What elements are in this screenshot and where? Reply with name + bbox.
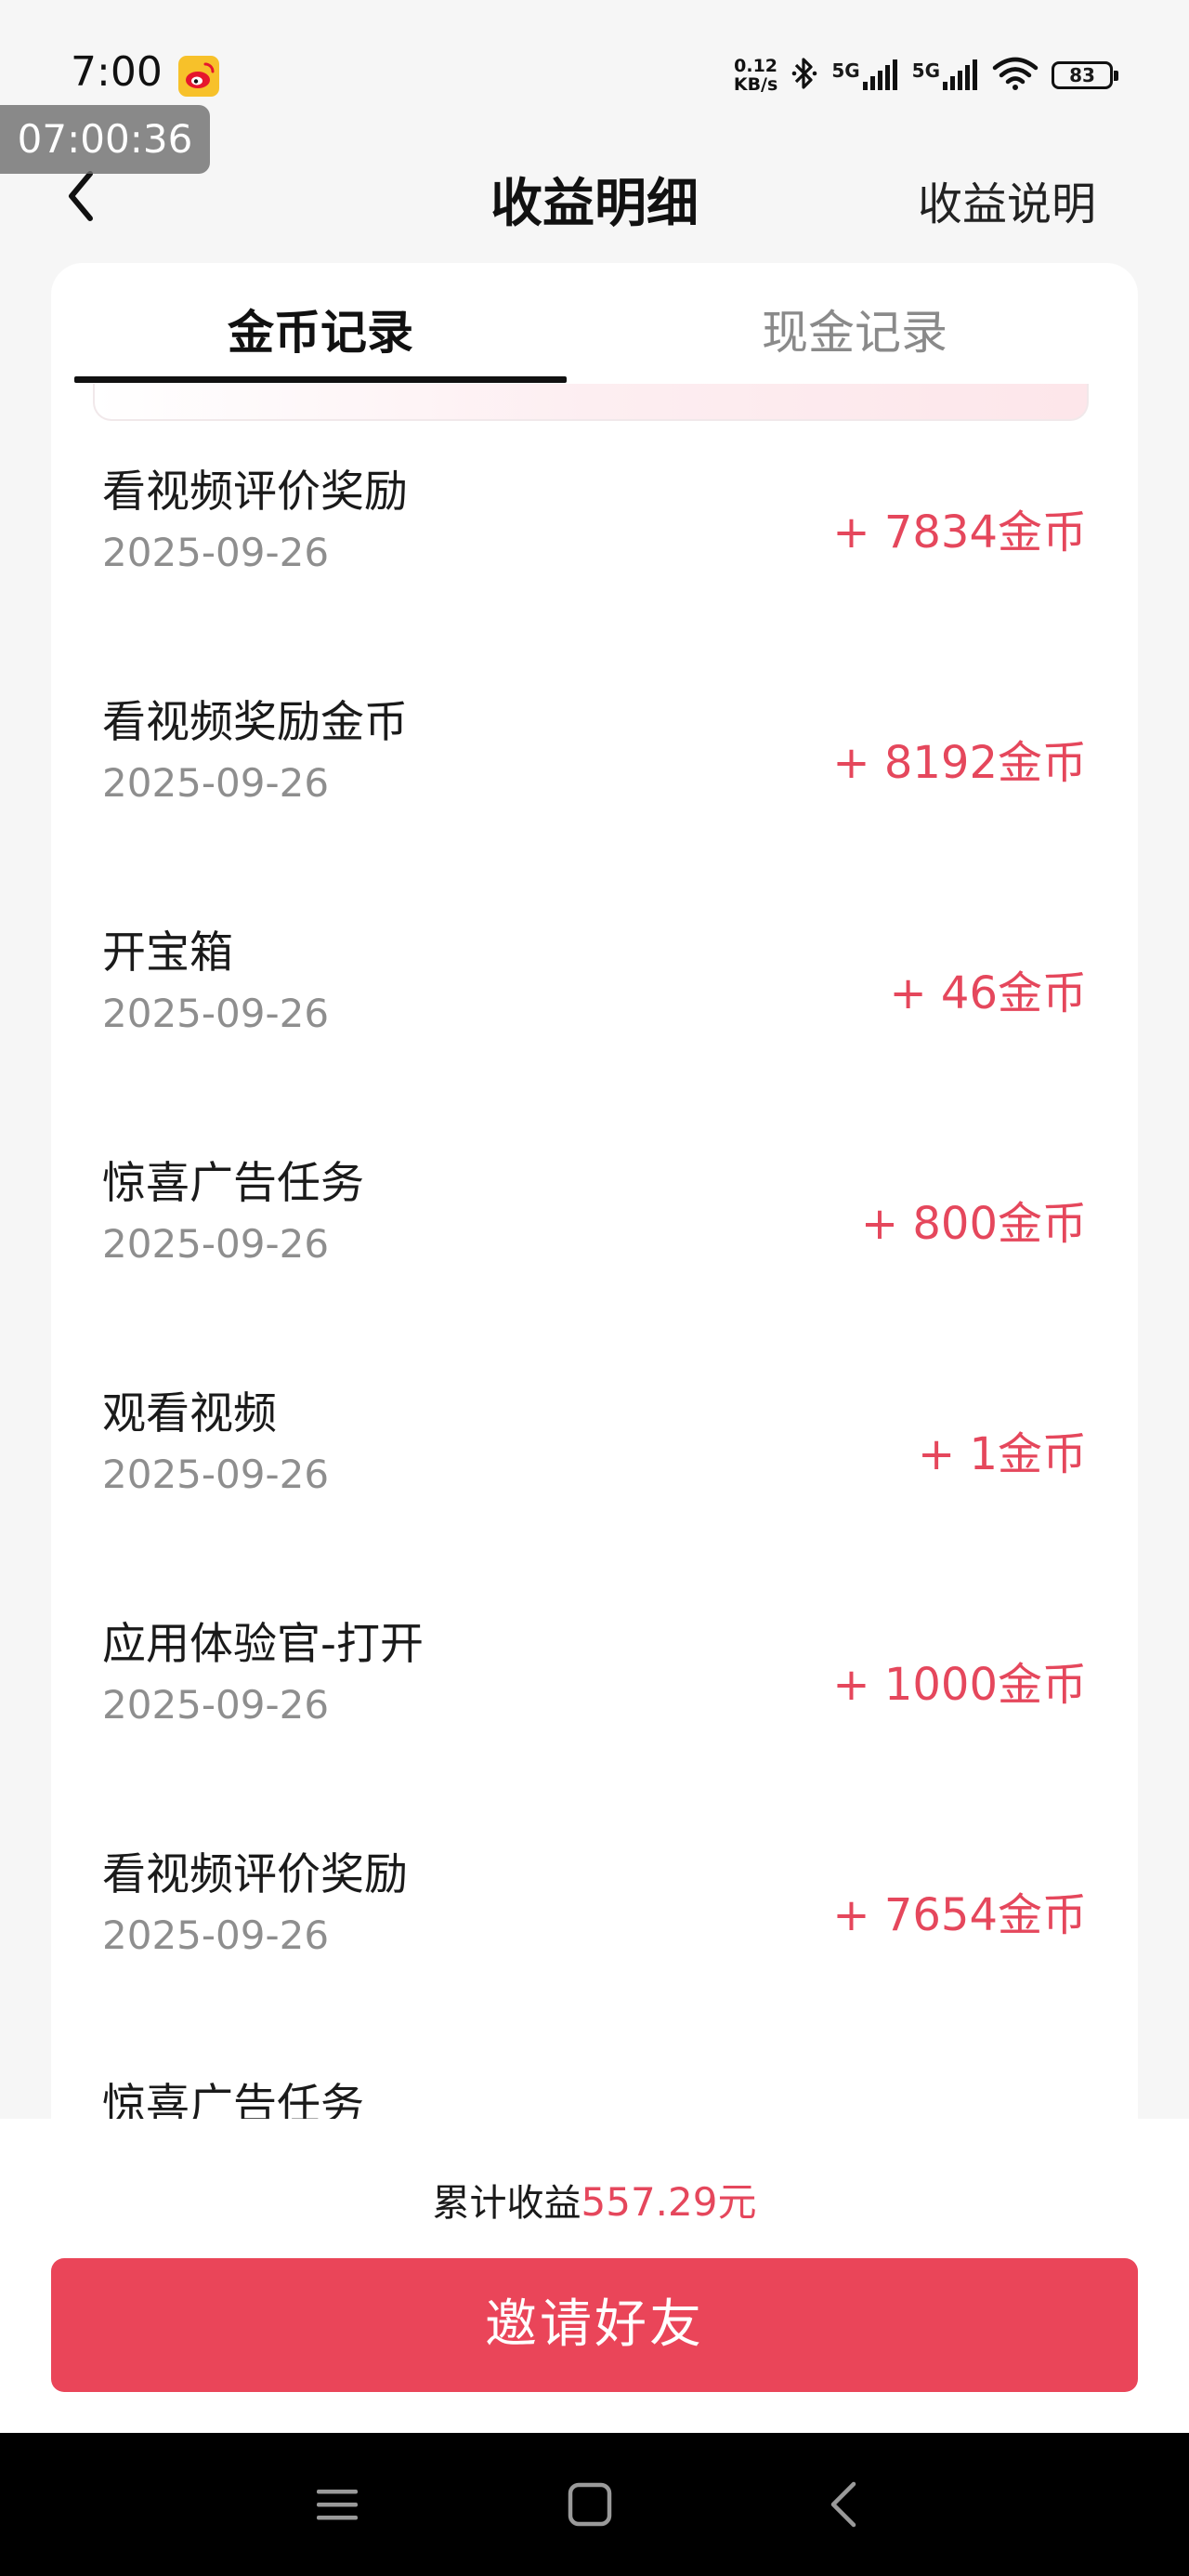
record-amount: + 800金币 bbox=[860, 1198, 1087, 1250]
sim2-network-label: 5G bbox=[911, 59, 940, 82]
record-amount: + 7654金币 bbox=[832, 1889, 1087, 1941]
record-amount: + 46金币 bbox=[889, 967, 1087, 1019]
banner-strip bbox=[93, 384, 1089, 421]
tab-coin-records[interactable]: 金币记录 bbox=[74, 296, 567, 362]
list-item: 看视频评价奖励 2025-09-26 + 7834金币 bbox=[51, 426, 1138, 656]
record-amount: + 7834金币 bbox=[832, 506, 1087, 559]
bluetooth-icon bbox=[790, 55, 818, 96]
record-date: 2025-09-26 bbox=[102, 1682, 330, 1728]
record-title: 惊喜广告任务 bbox=[102, 2080, 364, 2122]
signal-bars-icon bbox=[943, 59, 977, 90]
list-item: 开宝箱 2025-09-26 + 46金币 bbox=[51, 887, 1138, 1117]
list-item: 惊喜广告任务 2025-09-26 + 800金币 bbox=[51, 1117, 1138, 1347]
record-date: 2025-09-26 bbox=[102, 1221, 330, 1267]
bottom-panel: 累计收益557.29元 邀请好友 bbox=[0, 2119, 1189, 2433]
record-tabs: 金币记录 现金记录 bbox=[51, 263, 1138, 386]
status-time: 7:00 bbox=[71, 48, 163, 96]
tab-cash-records[interactable]: 现金记录 bbox=[608, 296, 1101, 362]
record-date: 2025-09-26 bbox=[102, 1452, 330, 1497]
record-list: 看视频评价奖励 2025-09-26 + 7834金币 看视频奖励金币 2025… bbox=[51, 426, 1138, 2122]
record-amount: + 1000金币 bbox=[832, 1659, 1087, 1711]
record-date: 2025-09-26 bbox=[102, 1912, 330, 1958]
status-icons: 0.12 KB/s 5G 5G 83 bbox=[734, 50, 1118, 100]
network-speed-unit: KB/s bbox=[733, 74, 778, 95]
system-navigation-bar bbox=[0, 2433, 1189, 2576]
record-date: 2025-09-26 bbox=[102, 760, 330, 806]
list-item: 应用体验官-打开 2025-09-26 + 1000金币 bbox=[51, 1578, 1138, 1808]
sim1-network-label: 5G bbox=[831, 59, 860, 82]
record-date: 2025-09-26 bbox=[102, 530, 330, 575]
record-title: 观看视频 bbox=[102, 1388, 277, 1439]
list-item: 观看视频 2025-09-26 + 1金币 bbox=[51, 1347, 1138, 1578]
active-tab-indicator bbox=[74, 376, 567, 383]
signal-sim1: 5G bbox=[831, 59, 898, 91]
system-back-button[interactable] bbox=[807, 2467, 882, 2542]
record-title: 看视频评价奖励 bbox=[102, 1849, 408, 1900]
record-title: 惊喜广告任务 bbox=[102, 1158, 364, 1209]
signal-bars-icon bbox=[862, 59, 897, 90]
signal-sim2: 5G bbox=[912, 59, 979, 91]
record-title: 看视频奖励金币 bbox=[102, 697, 408, 748]
invite-friends-button[interactable]: 邀请好友 bbox=[51, 2258, 1138, 2392]
record-title: 看视频评价奖励 bbox=[102, 467, 408, 518]
back-triangle-icon bbox=[830, 2481, 856, 2528]
wifi-icon bbox=[992, 57, 1039, 94]
network-speed: 0.12 KB/s bbox=[734, 57, 777, 94]
record-amount: + 1金币 bbox=[917, 1428, 1087, 1480]
recent-apps-button[interactable] bbox=[300, 2467, 374, 2542]
earnings-explanation-link[interactable]: 收益说明 bbox=[918, 167, 1096, 232]
record-title: 应用体验官-打开 bbox=[102, 1619, 424, 1670]
network-speed-value: 0.12 bbox=[734, 56, 778, 76]
record-title: 开宝箱 bbox=[102, 927, 233, 979]
list-item: 看视频评价奖励 2025-09-26 + 7654金币 bbox=[51, 1808, 1138, 2039]
total-earnings: 累计收益557.29元 bbox=[0, 2171, 1189, 2228]
menu-icon bbox=[317, 2490, 358, 2520]
screen-recording-timer: 07:00:36 bbox=[0, 105, 210, 174]
battery-indicator: 83 bbox=[1052, 61, 1118, 89]
list-item: 看视频奖励金币 2025-09-26 + 8192金币 bbox=[51, 656, 1138, 887]
list-item: 惊喜广告任务 bbox=[51, 2039, 1138, 2122]
home-button[interactable] bbox=[553, 2467, 627, 2542]
record-date: 2025-09-26 bbox=[102, 991, 330, 1036]
record-amount: + 8192金币 bbox=[832, 737, 1087, 789]
total-earnings-amount: 557.29元 bbox=[581, 2179, 757, 2225]
home-square-icon bbox=[568, 2482, 612, 2527]
weibo-notification-icon bbox=[178, 56, 219, 97]
records-card: 金币记录 现金记录 看视频评价奖励 2025-09-26 + 7834金币 看视… bbox=[51, 263, 1138, 2122]
total-earnings-label: 累计收益 bbox=[432, 2182, 581, 2225]
